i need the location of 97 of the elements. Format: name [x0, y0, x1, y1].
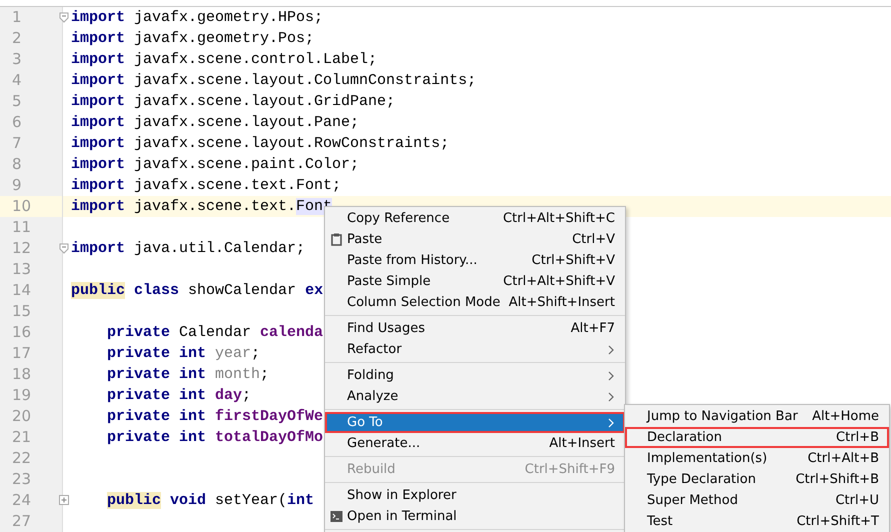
code-text: showCalendar: [187, 282, 298, 299]
menu-item[interactable]: Column Selection Mode Alt+Shift+Insert: [325, 292, 625, 313]
line-number: 7: [0, 133, 63, 154]
unused-field: month: [206, 366, 260, 383]
keyword: import: [71, 114, 126, 131]
code-text: ;: [251, 345, 260, 362]
chevron-right-icon: [607, 418, 615, 428]
chevron-right-icon: [607, 344, 615, 354]
line-number: 2: [0, 28, 63, 49]
code-text: ;: [242, 387, 252, 404]
field-name: totalDayOfMo: [214, 429, 324, 446]
keyword: private int: [107, 387, 206, 404]
menu-item[interactable]: Test Ctrl+Shift+T: [625, 511, 889, 532]
line-number: 9: [0, 175, 63, 196]
line-number: 3: [0, 49, 63, 70]
code-text: javafx.scene.layout.ColumnConstraints;: [133, 72, 476, 89]
keyword: ex: [305, 282, 324, 299]
line-number: 6: [0, 112, 63, 133]
fold-icon[interactable]: [59, 243, 69, 254]
line-number: 11: [0, 217, 63, 238]
keyword: public: [71, 282, 126, 299]
code-text: javafx.scene.text.: [133, 198, 296, 215]
keyword: import: [71, 135, 126, 152]
code-text: Calendar: [178, 324, 252, 341]
menu-item[interactable]: Analyze: [325, 386, 625, 407]
keyword: class: [133, 282, 180, 299]
line-number: 4: [0, 70, 63, 91]
keyword: private: [107, 324, 170, 341]
menu-item[interactable]: Type Declaration Ctrl+Shift+B: [625, 469, 889, 490]
menu-item[interactable]: Declaration Ctrl+B: [625, 427, 889, 448]
menu-item[interactable]: Super Method Ctrl+U: [625, 490, 889, 511]
menu-item[interactable]: Go To: [325, 412, 625, 433]
code-text: javafx.geometry.HPos;: [133, 9, 324, 26]
code-text: javafx.scene.control.Label;: [133, 51, 378, 68]
menu-item[interactable]: Implementation(s) Ctrl+Alt+B: [625, 448, 889, 469]
line-number: 17: [0, 343, 63, 364]
line-number: 23: [0, 469, 63, 490]
field-name: calenda: [260, 324, 324, 341]
keyword: private int: [107, 345, 206, 362]
keyword: public: [107, 492, 162, 509]
fold-icon[interactable]: [59, 12, 69, 23]
line-number: 18: [0, 364, 63, 385]
keyword: import: [71, 51, 126, 68]
terminal-icon: [330, 510, 343, 523]
keyword: import: [71, 198, 126, 215]
keyword: private int: [107, 429, 206, 446]
code-text: javafx.scene.text.Font;: [133, 177, 342, 194]
unused-field: year: [206, 345, 252, 362]
menu-item[interactable]: Find Usages Alt+F7: [325, 318, 625, 339]
menu-item[interactable]: Generate... Alt+Insert: [325, 433, 625, 454]
keyword: import: [71, 240, 126, 257]
field-name: firstDayOfWe: [214, 408, 324, 425]
line-number: 22: [0, 448, 63, 469]
menu-item[interactable]: Show in Explorer: [325, 485, 625, 506]
code-text: javafx.scene.layout.Pane;: [133, 114, 360, 131]
line-number: 27: [0, 511, 63, 532]
line-number: 8: [0, 154, 63, 175]
line-number: 5: [0, 91, 63, 112]
line-number: 20: [0, 406, 63, 427]
code-text: javafx.scene.paint.Color;: [133, 156, 360, 173]
keyword: void: [169, 492, 206, 509]
keyword: int: [287, 492, 314, 509]
code-text: javafx.scene.layout.RowConstraints;: [133, 135, 450, 152]
menu-item[interactable]: Open in Terminal: [325, 506, 625, 527]
code-text: java.util.Calendar;: [133, 240, 306, 257]
line-number: 19: [0, 385, 63, 406]
keyword: import: [71, 72, 126, 89]
keyword: private int: [107, 408, 206, 425]
code-text: javafx.geometry.Pos;: [133, 30, 314, 47]
keyword: private int: [107, 366, 206, 383]
menu-item[interactable]: Paste Ctrl+V: [325, 229, 625, 250]
code-text: javafx.scene.layout.GridPane;: [133, 93, 396, 110]
menu-item[interactable]: Jump to Navigation Bar Alt+Home: [625, 406, 889, 427]
keyword: import: [71, 156, 126, 173]
keyword: import: [71, 93, 126, 110]
code-text: setYear(: [214, 492, 288, 509]
line-number: 13: [0, 259, 63, 280]
chevron-right-icon: [607, 370, 615, 380]
menu-item[interactable]: Refactor: [325, 339, 625, 360]
line-number: 15: [0, 301, 63, 322]
field-name: day: [214, 387, 242, 404]
menu-item[interactable]: Paste from History... Ctrl+Shift+V: [325, 250, 625, 271]
line-number: 14: [0, 280, 63, 301]
code-text: ;: [260, 366, 270, 383]
menu-item[interactable]: Paste Simple Ctrl+Alt+Shift+V: [325, 271, 625, 292]
line-number: 12: [0, 238, 63, 259]
expand-icon[interactable]: [59, 495, 69, 506]
keyword: import: [71, 9, 126, 26]
line-number: 21: [0, 427, 63, 448]
line-number: 16: [0, 322, 63, 343]
keyword: import: [71, 177, 126, 194]
line-number: 1: [0, 7, 63, 28]
line-number: 24: [0, 490, 63, 511]
clipboard-icon: [330, 233, 343, 246]
menu-item[interactable]: Folding: [325, 365, 625, 386]
keyword: import: [71, 30, 126, 47]
chevron-right-icon: [607, 392, 615, 402]
